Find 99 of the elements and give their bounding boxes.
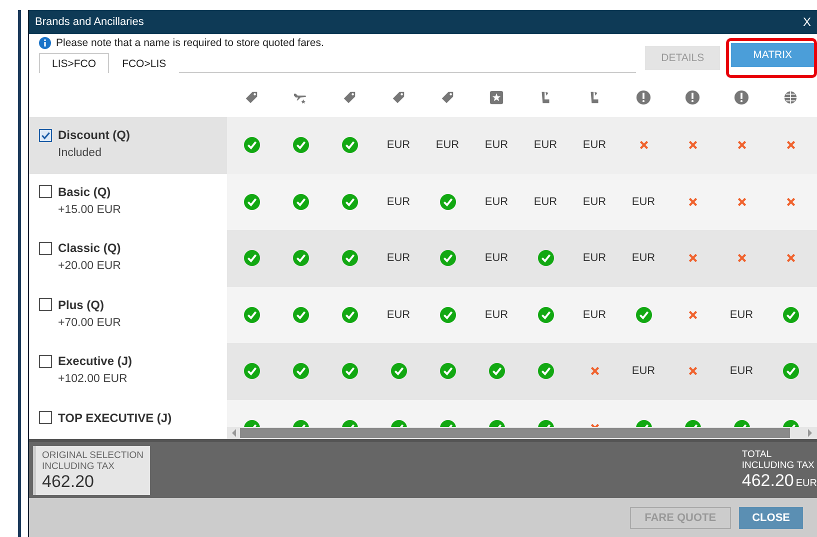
check-icon (782, 306, 798, 323)
check-icon (538, 306, 554, 323)
window-title: Brands and Ancillaries (35, 16, 144, 28)
cross-icon (688, 366, 698, 376)
table-cell: EUR (582, 196, 606, 208)
check-icon (440, 194, 456, 210)
check-icon (342, 363, 358, 380)
check-icon (244, 137, 260, 154)
tag-icon (440, 90, 455, 104)
window-close-x[interactable]: X (800, 15, 813, 29)
check-icon (440, 250, 456, 266)
brand-price: +15.00 EUR (57, 204, 122, 216)
cross-icon (736, 253, 746, 264)
checkbox[interactable] (39, 128, 52, 142)
checkbox[interactable] (39, 242, 52, 254)
table-cell: EUR (386, 196, 410, 208)
check-icon (488, 363, 504, 380)
tag-icon (342, 90, 357, 104)
cross-icon (688, 310, 698, 320)
cross-icon (688, 253, 698, 264)
check-icon (440, 306, 456, 323)
table-cell: EUR (484, 252, 508, 264)
brand-price: +20.00 EUR (57, 260, 122, 272)
check-icon (342, 306, 358, 323)
original-label: ORIGINAL SELECTION (42, 450, 144, 460)
check-icon (538, 250, 554, 266)
table-cell: EUR (484, 308, 508, 321)
notice-text: Please note that a name is required to store quoted fares. (56, 37, 324, 49)
table-cell: EUR (582, 139, 606, 152)
total-label: TOTAL (742, 449, 773, 460)
check-icon (244, 306, 260, 323)
tag-icon (244, 90, 259, 104)
check-icon (292, 306, 308, 323)
table-cell: EUR (484, 196, 508, 208)
alert-icon (685, 90, 700, 104)
table-cell: EUR (436, 139, 460, 152)
check-icon (636, 306, 652, 323)
cross-icon (736, 140, 746, 150)
brand-price: +70.00 EUR (57, 316, 122, 328)
cross-icon (786, 196, 796, 207)
checkbox[interactable] (39, 354, 52, 368)
route-tab[interactable]: LIS>FCO (39, 53, 110, 73)
currency-label: EUR (796, 478, 817, 489)
table-cell: EUR (386, 252, 410, 264)
check-icon (342, 250, 358, 266)
checkbox[interactable] (39, 185, 52, 198)
checkbox[interactable] (39, 298, 52, 311)
brand-price: +102.00 EUR (57, 373, 128, 385)
table-cell: EUR (632, 196, 656, 208)
table-cell: EUR (632, 365, 656, 378)
cross-icon (786, 140, 796, 150)
cross-icon (638, 140, 648, 150)
table-cell: EUR (386, 308, 410, 321)
tag-icon (391, 90, 406, 104)
table-cell: EUR (534, 196, 558, 208)
original-amount: 462.20 (42, 472, 95, 492)
check-icon (244, 194, 260, 210)
cross-icon (688, 140, 698, 150)
table-cell: EUR (386, 139, 410, 152)
table-cell: EUR (582, 252, 606, 264)
alert-icon (636, 90, 651, 104)
table-cell: EUR (730, 365, 754, 378)
table-cell: EUR (730, 308, 754, 321)
check-icon (244, 363, 260, 380)
check-icon (342, 137, 358, 154)
table-cell: EUR (484, 139, 508, 152)
star-box-icon (489, 90, 504, 104)
check-icon (342, 194, 358, 210)
brand-price: Included (57, 147, 102, 159)
brand-name: Plus (Q) (58, 298, 104, 312)
check-icon (292, 194, 308, 210)
cross-icon (688, 196, 698, 207)
brand-name: Discount (Q) (58, 128, 130, 142)
check-icon (292, 363, 308, 380)
check-icon (292, 137, 308, 154)
tax-label: INCLUDING TAX (742, 460, 816, 471)
check-icon (390, 363, 406, 380)
alert-icon (734, 90, 749, 104)
check-icon (440, 363, 456, 380)
info-icon (39, 37, 51, 49)
check-icon (244, 250, 260, 266)
cross-icon (590, 366, 600, 376)
globe-icon (783, 90, 798, 104)
check-icon (292, 250, 308, 266)
table-cell: EUR (534, 139, 558, 152)
brand-row-header[interactable]: Discount (Q) Included (29, 117, 227, 174)
brand-name: TOP EXECUTIVE (J) (58, 410, 172, 424)
brand-name: Basic (Q) (58, 184, 111, 198)
table-cell: EUR (632, 252, 656, 264)
table-cell: EUR (582, 308, 606, 321)
check-icon (538, 363, 554, 380)
cross-icon (786, 253, 796, 264)
total-amount: 462.20 (742, 471, 794, 491)
brand-name: Classic (Q) (58, 241, 121, 255)
cross-icon (736, 196, 746, 207)
brand-name: Executive (J) (58, 354, 132, 368)
check-icon (782, 363, 798, 380)
checkbox[interactable] (39, 411, 52, 424)
tax-label: INCLUDING TAX (42, 460, 116, 472)
